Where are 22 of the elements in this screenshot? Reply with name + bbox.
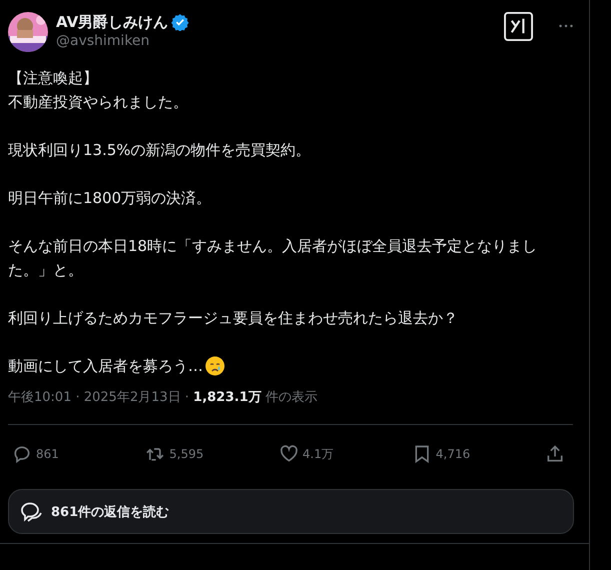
author-handle[interactable]: @avshimiken [56, 32, 496, 51]
action-count: 4.1万 [302, 446, 334, 462]
action-count: 5,595 [169, 447, 204, 461]
speech-bubbles-icon [19, 500, 43, 524]
grok-icon[interactable] [504, 12, 533, 41]
post-text: そんな前日の本日18時に「すみません。入居者がほぼ全員退去予定となりました。」と。 [8, 236, 538, 281]
crying-face-icon [205, 356, 225, 376]
post-text: 現状利回り13.5%の新潟の物件を売買契約。 [8, 140, 312, 161]
post-text: 利回り上げるためカモフラージュ要員を住まわせ売れたら退去か？ [8, 308, 459, 329]
action-count: 4,716 [436, 447, 470, 461]
post-text: 動画にして入居者を募ろう… [8, 356, 203, 377]
share-icon[interactable] [545, 444, 565, 464]
post-text: 【注意喚起】 [8, 68, 99, 89]
post-meta: 午後10:01 · 2025年2月13日 · 1,823.1万 件の表示 [7, 389, 318, 407]
post-text: 明日午前に1800万弱の決済。 [8, 188, 212, 209]
author-name[interactable]: AV男爵しみけん [56, 12, 168, 32]
more-icon[interactable] [559, 24, 573, 28]
action-count: 861 [36, 447, 59, 461]
reply-icon[interactable] [12, 444, 32, 464]
post-text: 不動産投資やられました。 [8, 92, 189, 113]
heart-icon[interactable] [278, 444, 298, 464]
read-replies-button[interactable]: 861件の返信を読む [8, 489, 574, 534]
